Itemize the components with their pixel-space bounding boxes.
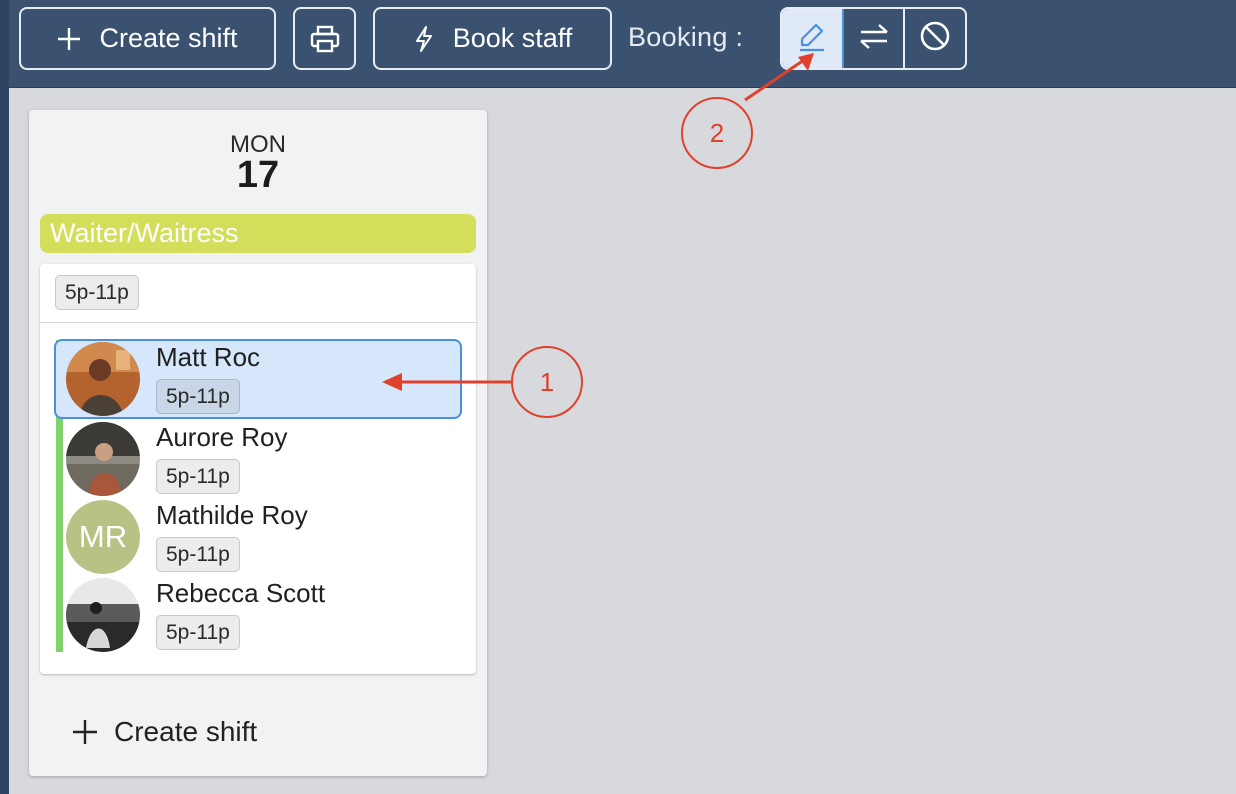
day-number: 17 [236, 154, 280, 196]
avatar-initials: MR [66, 500, 140, 574]
staff-name: Aurore Roy [156, 422, 288, 452]
shift-panel[interactable]: 5p-11p Matt Roc 5p-11p Aurore Roy 5p-11p… [40, 264, 476, 674]
swap-arrows-icon [858, 22, 890, 55]
day-column-monday: MON 17 Waiter/Waitress 5p-11p Matt Roc 5… [29, 110, 487, 776]
avatar [66, 578, 140, 652]
staff-time-chip: 5p-11p [156, 379, 240, 414]
create-shift-inline-label: Create shift [114, 716, 258, 747]
plus-icon [57, 27, 81, 51]
create-shift-button[interactable]: Create shift [19, 7, 276, 70]
left-edge-strip [0, 0, 9, 794]
block-icon [919, 20, 951, 57]
pencil-icon [796, 20, 828, 57]
staff-row[interactable]: Rebecca Scott 5p-11p [54, 575, 462, 655]
staff-row[interactable]: MR Mathilde Roy 5p-11p [54, 497, 462, 577]
avatar [66, 342, 140, 416]
staff-name: Mathilde Roy [156, 500, 308, 530]
divider [40, 322, 476, 323]
lightning-icon [413, 25, 435, 53]
booking-mode-edit[interactable] [782, 9, 844, 68]
staff-row[interactable]: Aurore Roy 5p-11p [54, 419, 462, 499]
staff-name: Rebecca Scott [156, 578, 326, 608]
printer-icon [310, 25, 340, 53]
print-button[interactable] [293, 7, 356, 70]
annotation-marker-1: 1 [511, 346, 583, 418]
shift-time-chip: 5p-11p [55, 275, 139, 310]
toolbar: Create shift Book staff Booking : [9, 0, 1236, 88]
create-shift-inline-button[interactable]: Create shift [72, 716, 257, 748]
booking-mode-swap[interactable] [844, 9, 906, 68]
staff-time-chip: 5p-11p [156, 459, 240, 494]
staff-time-chip: 5p-11p [156, 615, 240, 650]
plus-icon [72, 719, 98, 745]
annotation-marker-2: 2 [681, 97, 753, 169]
book-staff-label: Book staff [452, 23, 573, 53]
avatar [66, 422, 140, 496]
book-staff-button[interactable]: Book staff [373, 7, 612, 70]
create-shift-label: Create shift [99, 23, 238, 53]
role-header[interactable]: Waiter/Waitress [40, 214, 476, 253]
booking-mode-switch [780, 7, 967, 70]
staff-time-chip: 5p-11p [156, 537, 240, 572]
booking-mode-block[interactable] [905, 9, 965, 68]
booking-mode-label: Booking : [628, 22, 744, 52]
staff-row[interactable]: Matt Roc 5p-11p [54, 339, 462, 419]
staff-name: Matt Roc [156, 342, 261, 372]
